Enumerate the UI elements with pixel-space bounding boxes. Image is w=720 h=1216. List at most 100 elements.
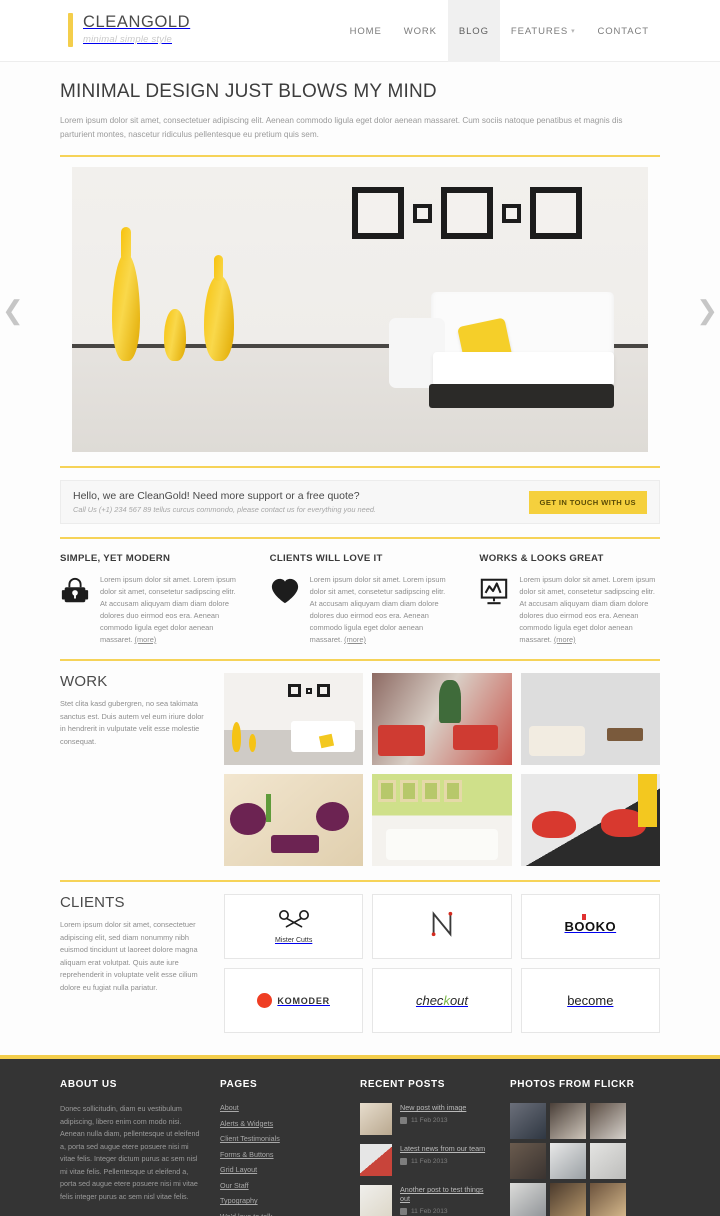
yellow-vase <box>112 226 140 361</box>
yellow-vase <box>204 254 234 361</box>
flickr-photo-2[interactable] <box>550 1103 586 1139</box>
feature-card: CLIENTS WILL LOVE IT Lorem ipsum dolor s… <box>270 553 451 646</box>
footer-link[interactable]: Forms & Buttons <box>220 1150 344 1159</box>
page-root: CLEANGOLD minimal simple style HOME WORK… <box>0 0 720 1216</box>
nav-item-blog[interactable]: BLOG <box>447 0 500 62</box>
footer-about-heading: ABOUT US <box>60 1079 118 1090</box>
scissors-icon: Mister Cutts <box>274 909 314 944</box>
clients-description: Lorem ipsum dolor sit amet, consectetuer… <box>60 920 198 992</box>
post-title-link[interactable]: Latest news from our team <box>400 1144 485 1153</box>
slider-next-arrow-icon[interactable]: ❯ <box>696 297 718 323</box>
site-logo[interactable]: CLEANGOLD minimal simple style <box>68 13 190 47</box>
footer-about-text: Donec sollicitudin, diam eu vestibulum a… <box>60 1104 200 1201</box>
client-logo-mister-cutts[interactable]: Mister Cutts <box>224 894 364 959</box>
call-to-action-banner: Hello, we are CleanGold! Need more suppo… <box>60 480 660 524</box>
flickr-photo-7[interactable] <box>510 1183 546 1216</box>
footer-posts-column: RECENT POSTS New post with image 11 Feb … <box>360 1079 510 1216</box>
site-footer: ABOUT US Donec sollicitudin, diam eu ves… <box>0 1055 720 1216</box>
post-date: 11 Feb 2013 <box>411 1158 448 1165</box>
wall-frames-decoration <box>352 187 582 239</box>
client-logo-checkout[interactable]: checkout <box>372 968 512 1033</box>
chevron-down-icon: ▾ <box>571 28 576 35</box>
client-logo-n[interactable] <box>372 894 512 959</box>
footer-link[interactable]: We'd love to talk <box>220 1212 344 1216</box>
post-thumbnail <box>360 1103 392 1135</box>
work-thumbnail-white-armchair-room[interactable] <box>224 673 364 765</box>
flickr-photo-5[interactable] <box>550 1143 586 1179</box>
nav-item-work[interactable]: WORK <box>393 0 448 62</box>
get-in-touch-button[interactable]: GET IN TOUCH WITH US <box>528 490 647 514</box>
footer-flickr-heading: PHOTOS FROM FLICKR <box>510 1079 635 1090</box>
footer-link[interactable]: Typography <box>220 1196 344 1205</box>
footer-link[interactable]: Client Testimonials <box>220 1134 344 1143</box>
become-wordmark: become <box>567 992 613 1010</box>
clients-heading: CLIENTS <box>60 894 125 911</box>
feature-more-link[interactable]: (more) <box>135 635 157 644</box>
site-header: CLEANGOLD minimal simple style HOME WORK… <box>0 0 720 62</box>
nav-item-label: HOME <box>349 25 382 37</box>
komoder-circle-icon: KOMODER <box>257 993 330 1008</box>
flickr-photo-8[interactable] <box>550 1183 586 1216</box>
feature-more-link[interactable]: (more) <box>344 635 366 644</box>
work-thumbnail-attic-living-room[interactable] <box>520 673 660 765</box>
client-logo-booko[interactable]: BOOKO <box>520 894 660 959</box>
work-section: WORK Stet clita kasd gubergren, no sea t… <box>60 673 660 866</box>
client-logo-become[interactable]: become <box>520 968 660 1033</box>
client-logos-grid: Mister Cutts BOOKO KOMODER checkout become <box>224 894 660 1033</box>
divider-accent <box>60 880 660 882</box>
nav-item-label: FEATURES <box>510 25 569 37</box>
feature-card: WORKS & LOOKS GREAT Lorem ipsum dolor si… <box>479 553 660 646</box>
nav-item-label: CONTACT <box>597 25 649 37</box>
main-navigation: HOME WORK BLOG FEATURES ▾ CONTACT <box>339 0 660 62</box>
divider-accent <box>60 155 660 157</box>
flickr-photo-4[interactable] <box>510 1143 546 1179</box>
footer-pages-column: PAGES About Alerts & Widgets Client Testim… <box>220 1079 360 1216</box>
chart-presentation-icon <box>479 576 513 646</box>
recent-post-item[interactable]: Latest news from our team 11 Feb 2013 <box>360 1144 494 1176</box>
clients-section: CLIENTS Lorem ipsum dolor sit amet, cons… <box>60 894 660 1033</box>
recent-post-item[interactable]: Another post to test things out 11 Feb 2… <box>360 1185 494 1216</box>
footer-link[interactable]: Alerts & Widgets <box>220 1119 344 1128</box>
work-thumbnail-bedroom-with-artwork[interactable] <box>372 774 512 866</box>
feature-title: SIMPLE, YET MODERN <box>60 553 171 564</box>
flickr-photo-grid <box>510 1103 650 1216</box>
footer-posts-heading: RECENT POSTS <box>360 1079 445 1090</box>
feature-text: Lorem ipsum dolor sit amet. Lorem ipsum … <box>309 575 446 644</box>
feature-title: WORKS & LOOKS GREAT <box>479 553 604 564</box>
work-thumbnail-red-armchairs-office[interactable] <box>372 673 512 765</box>
nav-item-home[interactable]: HOME <box>339 0 393 62</box>
work-thumbnail-red-lounge-chairs[interactable] <box>520 774 660 866</box>
logo-tagline: minimal simple style <box>83 34 172 45</box>
footer-link[interactable]: About <box>220 1103 344 1112</box>
yellow-vase <box>164 308 186 361</box>
feature-more-link[interactable]: (more) <box>554 635 576 644</box>
flickr-photo-3[interactable] <box>590 1103 626 1139</box>
divider-accent <box>60 466 660 468</box>
calendar-icon <box>400 1158 407 1165</box>
post-title-link[interactable]: New post with image <box>400 1103 466 1112</box>
footer-link[interactable]: Our Staff <box>220 1181 344 1190</box>
work-description: Stet clita kasd gubergren, no sea takima… <box>60 699 204 746</box>
footer-pages-heading: PAGES <box>220 1079 258 1090</box>
interior-scene-graphic <box>72 167 648 452</box>
logo-accent-bar <box>68 13 73 47</box>
calendar-icon <box>400 1208 407 1215</box>
work-thumbnail-purple-chairs-room[interactable] <box>224 774 364 866</box>
client-logo-komoder[interactable]: KOMODER <box>224 968 364 1033</box>
flickr-photo-1[interactable] <box>510 1103 546 1139</box>
footer-link[interactable]: Grid Layout <box>220 1165 344 1174</box>
page-intro-text: Lorem ipsum dolor sit amet, consectetuer… <box>60 116 623 139</box>
post-title-link[interactable]: Another post to test things out <box>400 1185 494 1203</box>
flickr-photo-9[interactable] <box>590 1183 626 1216</box>
feature-title: CLIENTS WILL LOVE IT <box>269 553 383 564</box>
nav-item-features[interactable]: FEATURES ▾ <box>500 0 587 62</box>
flickr-photo-6[interactable] <box>590 1143 626 1179</box>
recent-post-item[interactable]: New post with image 11 Feb 2013 <box>360 1103 494 1135</box>
slider-prev-arrow-icon[interactable]: ❮ <box>2 297 24 323</box>
nav-item-label: WORK <box>403 25 437 37</box>
feature-text: Lorem ipsum dolor sit amet. Lorem ipsum … <box>519 575 656 644</box>
page-title: MINIMAL DESIGN JUST BLOWS MY MIND <box>60 81 437 102</box>
footer-flickr-column: PHOTOS FROM FLICKR <box>510 1079 650 1216</box>
heart-icon <box>270 576 304 646</box>
nav-item-contact[interactable]: CONTACT <box>586 0 660 62</box>
